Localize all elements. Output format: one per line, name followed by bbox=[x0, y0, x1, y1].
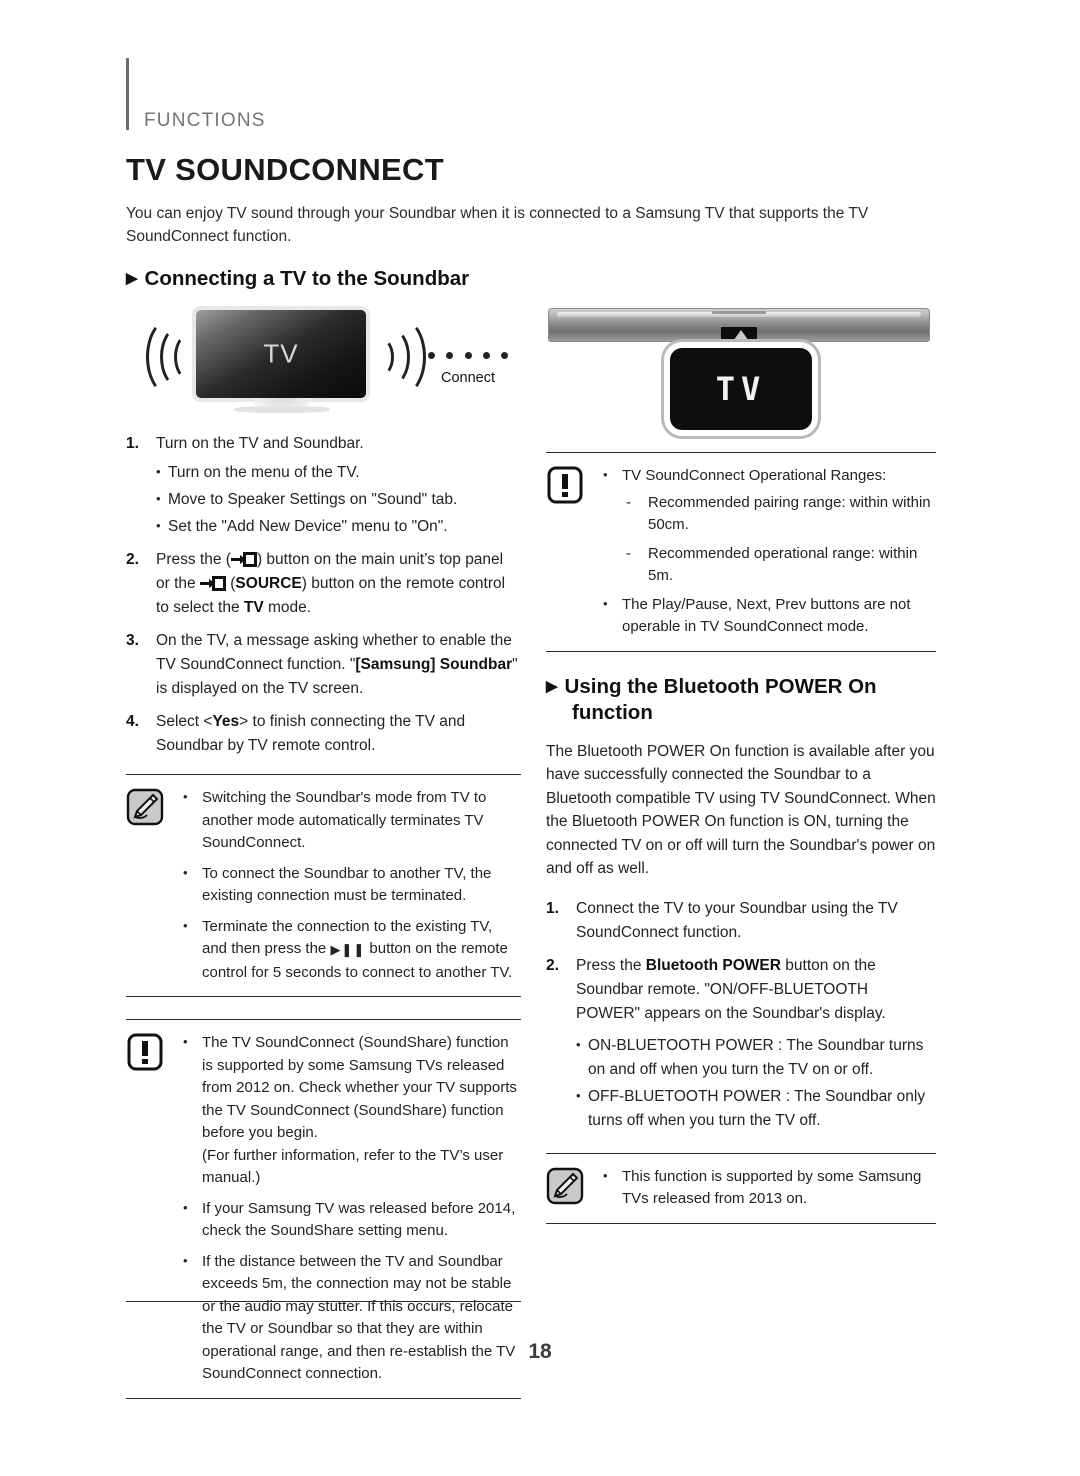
step-number: 4. bbox=[126, 713, 139, 730]
connect-label: Connect bbox=[440, 370, 495, 386]
manual-page: FUNCTIONS TV SOUNDCONNECT You can enjoy … bbox=[0, 0, 1080, 1476]
bluetooth-paragraph: The Bluetooth POWER On function is avail… bbox=[546, 742, 936, 878]
section-heading-connecting-label: Connecting a TV to the Soundbar bbox=[144, 267, 470, 290]
caution-callout: TV SoundConnect Operational Ranges: Reco… bbox=[546, 452, 936, 652]
step-number: 1. bbox=[546, 899, 559, 917]
note-bullet: This function is supported by some Samsu… bbox=[596, 1165, 936, 1211]
source-button-icon bbox=[230, 552, 257, 567]
triangle-bullet-icon: ▶ bbox=[546, 677, 558, 695]
tv-screen-label: TV bbox=[263, 338, 299, 369]
note-callout: Switching the Soundbar's mode from TV to… bbox=[126, 774, 521, 997]
step-subitem: Move to Speaker Settings on "Sound" tab. bbox=[126, 487, 521, 512]
right-column: TV TV SoundConnect Operational Ranges: R… bbox=[546, 300, 936, 1224]
page-number: 18 bbox=[528, 1340, 552, 1363]
step-number: 1. bbox=[126, 435, 139, 452]
soundbar-display-zoom: TV bbox=[664, 342, 818, 436]
tv-graphic: TV bbox=[196, 310, 366, 398]
step-subitem: OFF-BLUETOOTH POWER : The Soundbar only … bbox=[546, 1084, 936, 1133]
step-text: Connect the TV to your Soundbar using th… bbox=[576, 899, 898, 941]
triangle-bullet-icon: ▶ bbox=[126, 270, 138, 287]
play-pause-icon: ▶❚❚ bbox=[330, 942, 366, 957]
bluetooth-steps-list: 1. Connect the TV to your Soundbar using… bbox=[546, 897, 936, 1133]
step-item: 2. Press the () button on the main unit’… bbox=[126, 548, 521, 620]
caution-callout-body: TV SoundConnect Operational Ranges: Reco… bbox=[596, 464, 936, 639]
step-number: 2. bbox=[126, 551, 139, 568]
step-text-part: mode. bbox=[263, 599, 312, 616]
step-text-part: Press the bbox=[576, 956, 646, 974]
tv-connect-illustration: TV Connect bbox=[126, 300, 521, 418]
caution-bullet: If your Samsung TV was released before 2… bbox=[176, 1197, 521, 1243]
step-subitem: ON-BLUETOOTH POWER : The Soundbar turns … bbox=[546, 1033, 936, 1082]
step-item: 3. On the TV, a message asking whether t… bbox=[126, 629, 521, 701]
left-column-bottom-rule bbox=[126, 1301, 521, 1302]
page-header: FUNCTIONS bbox=[126, 58, 946, 144]
step-item: 1. Turn on the TV and Soundbar. bbox=[126, 432, 521, 456]
step-item: 2. Press the Bluetooth POWER button on t… bbox=[546, 954, 936, 1026]
caution-bullet: The TV SoundConnect (SoundShare) functio… bbox=[176, 1031, 521, 1190]
caution-exclamation-icon bbox=[126, 1033, 164, 1071]
section-label: FUNCTIONS bbox=[144, 110, 266, 131]
step-number: 3. bbox=[126, 632, 139, 649]
step-text-bold-tv: TV bbox=[243, 599, 264, 616]
caution-bullet: The Play/Pause, Next, Prev buttons are n… bbox=[596, 593, 936, 639]
intro-paragraph: You can enjoy TV sound through your Soun… bbox=[126, 205, 869, 245]
caution-bullet: TV SoundConnect Operational Ranges: bbox=[596, 464, 936, 488]
step-text-part: Press the ( bbox=[156, 551, 231, 568]
signal-wave-right-outer-icon bbox=[378, 318, 426, 396]
note-callout-body: This function is supported by some Samsu… bbox=[596, 1165, 936, 1211]
note-pencil-icon bbox=[546, 1167, 584, 1205]
caution-bullet-extra-line: (For further information, refer to the T… bbox=[202, 1146, 504, 1187]
caution-dash-item: Recommended operational range: within 5m… bbox=[596, 543, 936, 588]
section-heading-bluetooth-power: ▶ Using the Bluetooth POWER On function bbox=[546, 674, 936, 726]
step-text-bold-source: SOURCE bbox=[235, 575, 302, 592]
caution-callout-body: The TV SoundConnect (SoundShare) functio… bbox=[176, 1031, 521, 1386]
source-button-icon bbox=[199, 576, 226, 591]
step-text-bold: Bluetooth POWER bbox=[645, 956, 781, 974]
step-number: 2. bbox=[546, 956, 559, 974]
step-text: Turn on the TV and Soundbar. bbox=[156, 435, 364, 452]
note-bullet: To connect the Soundbar to another TV, t… bbox=[176, 862, 521, 908]
section-heading-bluetooth-line1: Using the Bluetooth POWER On bbox=[564, 674, 877, 698]
left-column: TV Connect 1. Turn on the TV and Soundba… bbox=[126, 300, 521, 1399]
header-vertical-rule bbox=[126, 58, 129, 130]
section-heading-bluetooth-line2: function bbox=[572, 700, 653, 724]
page-title: TV SOUNDCONNECT bbox=[126, 152, 444, 187]
note-pencil-icon bbox=[126, 788, 164, 826]
caution-dash-item: Recommended pairing range: within within… bbox=[596, 492, 936, 537]
step-item: 1. Connect the TV to your Soundbar using… bbox=[546, 897, 936, 945]
caution-bullet-text: The TV SoundConnect (SoundShare) functio… bbox=[202, 1034, 517, 1141]
step-subitem: Set the "Add New Device" menu to "On". bbox=[126, 514, 521, 539]
section-heading-connecting: ▶ Connecting a TV to the Soundbar bbox=[126, 266, 626, 292]
note-bullet: Terminate the connection to the existing… bbox=[176, 915, 521, 985]
tv-stand-base bbox=[234, 406, 330, 413]
step-text-bold: Yes bbox=[212, 713, 240, 730]
note-bullet: Switching the Soundbar's mode from TV to… bbox=[176, 786, 521, 855]
note-callout-body: Switching the Soundbar's mode from TV to… bbox=[176, 786, 521, 985]
caution-exclamation-icon bbox=[546, 466, 584, 504]
note-callout: This function is supported by some Samsu… bbox=[546, 1152, 936, 1224]
connect-dots-icon bbox=[428, 352, 508, 359]
step-text-bold: [Samsung] Soundbar bbox=[355, 656, 513, 673]
soundbar-notch bbox=[712, 311, 766, 314]
soundbar-display-illustration: TV bbox=[546, 300, 936, 440]
step-item: 4. Select <Yes> to finish connecting the… bbox=[126, 710, 521, 758]
step-text-part: ( bbox=[225, 575, 236, 592]
soundbar-display-text: TV bbox=[715, 370, 767, 408]
step-text-part: Select < bbox=[156, 713, 213, 730]
step-subitem: Turn on the menu of the TV. bbox=[126, 460, 521, 485]
caution-bullet: If the distance between the TV and Sound… bbox=[176, 1250, 521, 1386]
connecting-steps-list: 1. Turn on the TV and Soundbar. Turn on … bbox=[126, 432, 521, 758]
